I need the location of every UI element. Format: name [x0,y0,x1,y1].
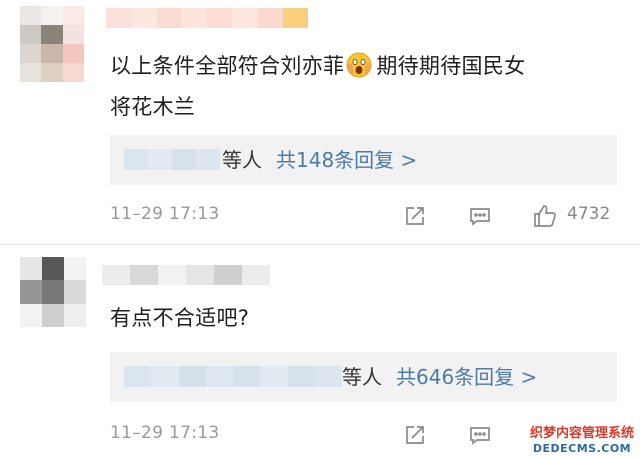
comment-icon[interactable] [465,201,495,231]
comment-text-line: 将花木兰 [110,95,196,119]
timestamp: 11–29 17:13 [110,204,220,224]
avatar[interactable] [20,257,86,327]
comment-text-line: 期待期待国民女 [376,54,526,78]
timestamp: 11–29 17:13 [110,423,220,443]
watermark-domain: DEDECMS.COM [532,442,632,455]
share-icon[interactable] [400,201,430,231]
watermark-title: 织梦内容管理系统 [529,426,634,441]
reply-who-suffix: 等人 [222,148,262,172]
share-icon[interactable] [400,420,430,450]
reply-preview[interactable]: 等人 共148条回复 > [110,135,617,185]
like-count: 4732 [567,204,611,224]
avatar[interactable] [20,6,84,82]
reply-summary: 等人 共148条回复 > [222,146,417,174]
reply-usernames-blurred [124,149,220,170]
reply-preview[interactable]: 等人 共646条回复 > [110,352,617,402]
reply-count-link[interactable]: 共148条回复 > [276,148,417,172]
screaming-face-emoji [346,52,372,89]
reply-summary: 等人 共646条回复 > [342,363,537,391]
comment-icon[interactable] [465,420,495,450]
comment-1: 以上条件全部符合刘亦菲 期待期待国民女 将花木兰 等人 共148条回复 > 11–2… [0,0,640,244]
comment-text: 以上条件全部符合刘亦菲 期待期待国民女 将花木兰 [110,48,630,125]
watermark: 织梦内容管理系统 DEDECMS.COM [530,426,634,455]
username-blurred[interactable] [106,8,308,28]
thumbs-up-icon[interactable] [530,201,560,231]
comment-text-line: 以上条件全部符合刘亦菲 [110,54,345,78]
comment-meta: 11–29 17:13 4732 [110,201,620,231]
comment-text: 有点不合适吧? [110,306,250,330]
username-blurred[interactable] [102,265,270,285]
reply-count-link[interactable]: 共646条回复 > [396,365,537,389]
reply-who-suffix: 等人 [342,365,382,389]
reply-usernames-blurred [124,366,342,387]
